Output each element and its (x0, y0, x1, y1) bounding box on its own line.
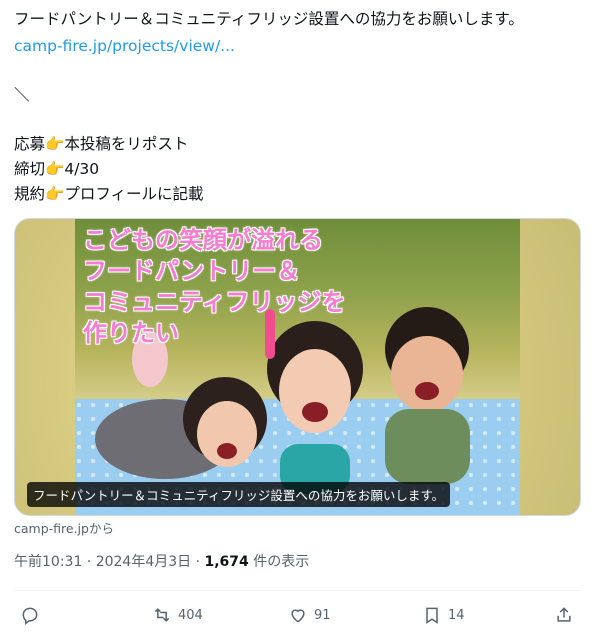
bookmark-button[interactable]: 14 (422, 600, 465, 630)
card-source[interactable]: camp-fire.jpから (14, 518, 114, 537)
share-icon (557, 607, 571, 622)
link-card[interactable]: こどもの笑顔が溢れる フードパントリー＆ コミュニティフリッジを 作りたい フー… (14, 218, 581, 516)
tweet-meta: 午前10:31 · 2024年4月3日 · 1,674 件の表示 (14, 551, 309, 571)
divider (14, 590, 580, 591)
tweet-link[interactable]: camp-fire.jp/projects/view/... (14, 35, 235, 57)
repost-icon (154, 608, 170, 622)
timestamp[interactable]: 午前10:31 · 2024年4月3日 · (14, 554, 205, 570)
tweet-backslash: ＼ (14, 86, 30, 104)
like-button[interactable]: 91 (288, 600, 331, 630)
heading-line: フードパントリー＆ (83, 257, 301, 285)
repost-button[interactable]: 404 (152, 600, 203, 630)
like-count: 91 (314, 607, 331, 623)
views-label: 件の表示 (248, 554, 310, 570)
tweet-row-deadline: 締切👉4/30 (14, 158, 99, 180)
repost-count: 404 (178, 607, 203, 623)
row-label: 締切 (14, 160, 46, 178)
bookmark-count: 14 (448, 607, 465, 623)
card-title-overlay: フードパントリー＆コミュニティフリッジ設置への協力をお願いします。 (27, 482, 451, 507)
tweet-row-apply: 応募👉本投稿をリポスト (14, 133, 188, 155)
card-image-heading: こどもの笑顔が溢れる フードパントリー＆ コミュニティフリッジを 作りたい (83, 225, 443, 349)
heart-icon (291, 609, 305, 623)
action-bar: 404 91 14 (0, 600, 592, 630)
card-image[interactable]: こどもの笑顔が溢れる フードパントリー＆ コミュニティフリッジを 作りたい (75, 219, 520, 515)
bookmark-icon (426, 607, 438, 624)
heading-line: こどもの笑顔が溢れる (83, 226, 323, 254)
views-count: 1,674 (204, 554, 249, 570)
share-button[interactable] (554, 600, 574, 630)
heading-line: コミュニティフリッジを (83, 288, 346, 316)
row-value: プロフィールに記載 (64, 185, 204, 203)
reply-icon (22, 607, 38, 625)
reply-button[interactable] (20, 600, 40, 630)
pointing-hand-icon: 👉 (45, 185, 65, 203)
pointing-hand-icon: 👉 (45, 135, 65, 153)
pointing-hand-icon: 👉 (45, 160, 65, 178)
tweet-text-line: フードパントリー＆コミュニティフリッジ設置への協力をお願いします。 (14, 10, 524, 28)
row-label: 規約 (14, 185, 46, 203)
heading-line: 作りたい (83, 319, 179, 347)
row-value: 4/30 (64, 160, 100, 178)
tweet-row-terms: 規約👉プロフィールに記載 (14, 183, 204, 205)
row-value: 本投稿をリポスト (64, 135, 189, 153)
row-label: 応募 (14, 135, 46, 153)
